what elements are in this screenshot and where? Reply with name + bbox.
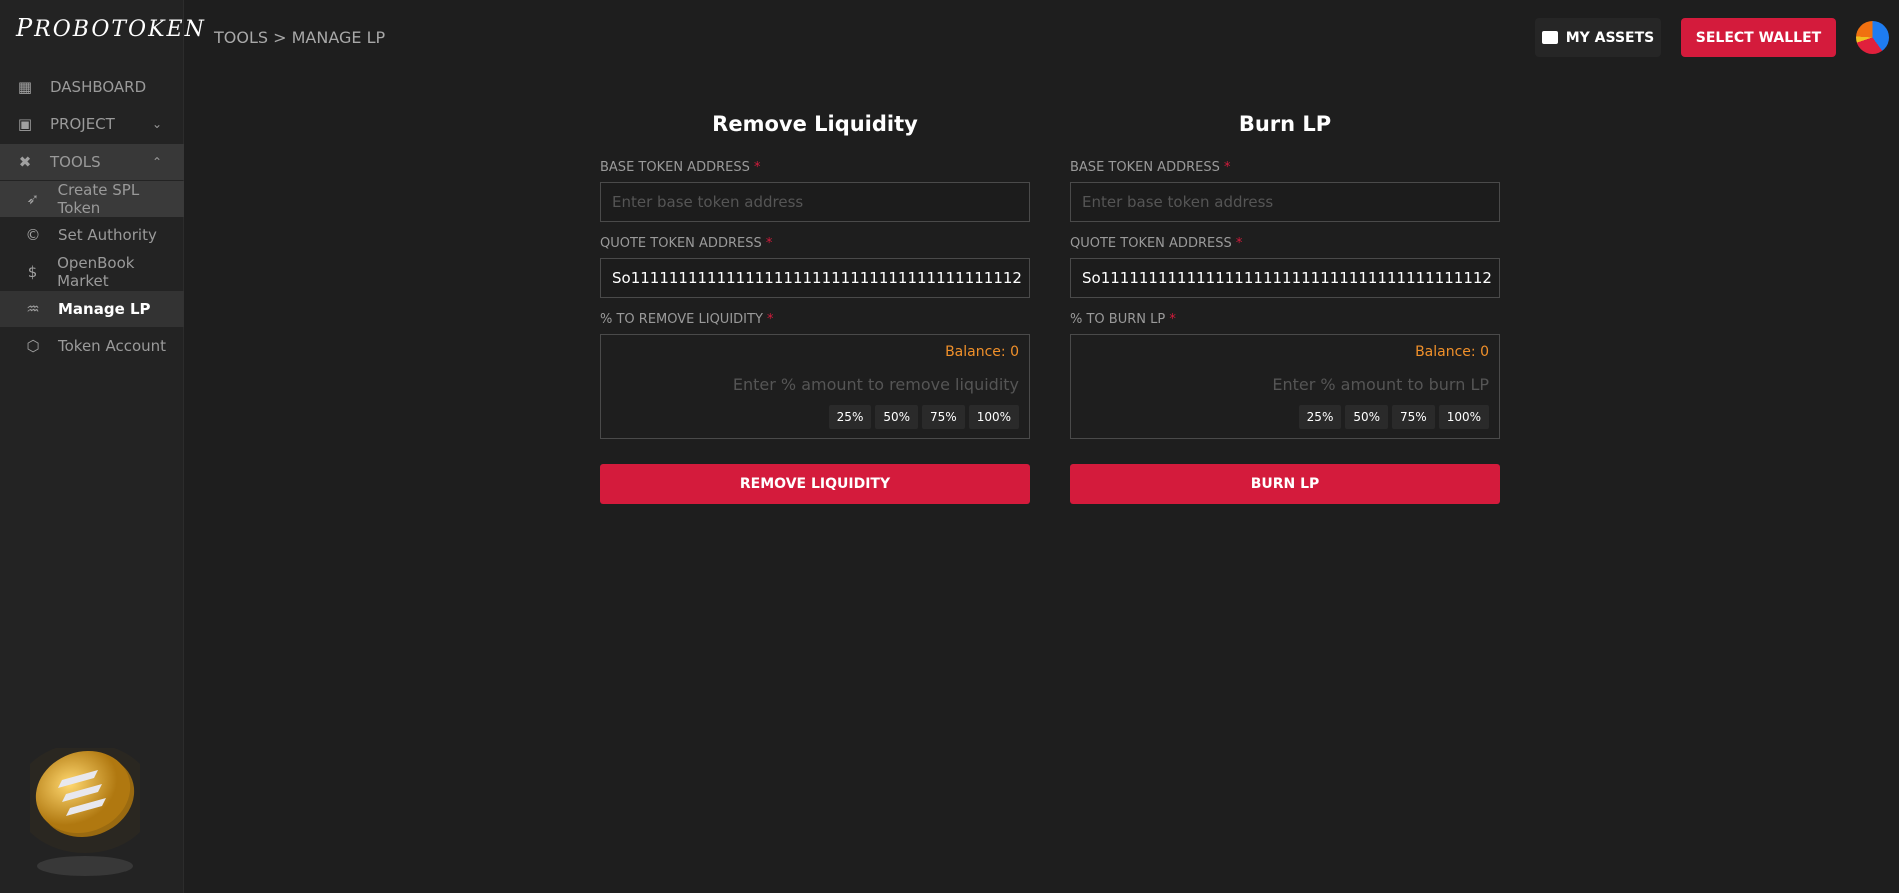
percent-input[interactable]: Enter % amount to burn LP (1272, 375, 1489, 394)
preset-25-button[interactable]: 25% (1298, 405, 1342, 429)
solana-coin-image (30, 748, 140, 876)
base-token-label: BASE TOKEN ADDRESS * (600, 160, 761, 175)
sidebar-item-create-spl-token[interactable]: ➶ Create SPL Token (0, 181, 184, 217)
select-wallet-button[interactable]: SELECT WALLET (1681, 18, 1836, 57)
sidebar-item-manage-lp[interactable]: ♒ Manage LP (0, 291, 184, 327)
form-title: Remove Liquidity (712, 112, 918, 136)
breadcrumb: TOOLS > MANAGE LP (214, 28, 386, 47)
quote-token-label: QUOTE TOKEN ADDRESS * (600, 236, 773, 251)
base-token-input[interactable]: Enter base token address (600, 182, 1030, 222)
sidebar-item-label: Set Authority (58, 226, 157, 244)
sidebar-item-label: Token Account (58, 337, 167, 355)
burn-lp-button[interactable]: BURN LP (1070, 464, 1500, 504)
sidebar-item-label: PROJECT (50, 115, 115, 133)
percent-input[interactable]: Enter % amount to remove liquidity (733, 375, 1019, 394)
sidebar-item-label: TOOLS (50, 153, 101, 171)
avatar[interactable] (1856, 21, 1889, 54)
preset-50-button[interactable]: 50% (875, 405, 919, 429)
sidebar-item-tools[interactable]: ✖ TOOLS ⌃ (0, 144, 184, 180)
rocket-icon: ➶ (26, 190, 40, 208)
sidebar: PROBOTOKEN ▦ DASHBOARD ▣ PROJECT ⌄ ✖ TOOLS ⌃ … (0, 0, 204, 893)
percent-label: % TO BURN LP * (1070, 312, 1176, 327)
burn-lp-form: Burn LP BASE TOKEN ADDRESS * Enter base … (1070, 112, 1500, 504)
balance-text: Balance: 0 (945, 344, 1019, 360)
percent-label: % TO REMOVE LIQUIDITY * (600, 312, 774, 327)
remove-liquidity-button[interactable]: REMOVE LIQUIDITY (600, 464, 1030, 504)
cube-icon: ⬡ (26, 337, 40, 355)
percent-box: Balance: 0 Enter % amount to remove liqu… (600, 334, 1030, 439)
chevron-up-icon: ⌃ (151, 155, 162, 169)
sidebar-item-label: OpenBook Market (57, 254, 135, 290)
preset-25-button[interactable]: 25% (828, 405, 872, 429)
copyright-icon: © (25, 226, 41, 244)
my-assets-button[interactable]: MY ASSETS (1535, 18, 1661, 57)
tools-icon: ✖ (18, 153, 32, 171)
sidebar-item-label: Create SPL Token (57, 181, 140, 217)
remove-liquidity-form: Remove Liquidity BASE TOKEN ADDRESS * En… (600, 112, 1030, 504)
sidebar-item-label: Manage LP (58, 300, 151, 318)
sidebar-item-label: DASHBOARD (50, 78, 147, 96)
base-token-label: BASE TOKEN ADDRESS * (1070, 160, 1231, 175)
form-title: Burn LP (1238, 112, 1332, 136)
percent-box: Balance: 0 Enter % amount to burn LP 25%… (1070, 334, 1500, 439)
base-token-input[interactable]: Enter base token address (1070, 182, 1500, 222)
market-icon: $ (27, 263, 38, 281)
quote-token-input[interactable]: So11111111111111111111111111111111111111… (1070, 258, 1500, 298)
sidebar-item-dashboard[interactable]: ▦ DASHBOARD (0, 69, 184, 105)
sidebar-item-set-authority[interactable]: © Set Authority (0, 217, 184, 253)
preset-75-button[interactable]: 75% (922, 405, 965, 429)
quote-token-input[interactable]: So11111111111111111111111111111111111111… (600, 258, 1030, 298)
project-icon: ▣ (17, 115, 33, 133)
balance-text: Balance: 0 (1415, 344, 1489, 360)
sidebar-item-token-account[interactable]: ⬡ Token Account (0, 328, 184, 364)
sidebar-item-project[interactable]: ▣ PROJECT ⌄ (0, 106, 184, 142)
chevron-down-icon: ⌄ (151, 117, 162, 131)
sidebar-item-openbook-market[interactable]: $ OpenBook Market (0, 254, 184, 290)
preset-75-button[interactable]: 75% (1392, 405, 1435, 429)
preset-100-button[interactable]: 100% (1438, 405, 1489, 429)
pool-icon: ♒ (26, 300, 40, 318)
logo[interactable]: PROBOTOKEN (16, 14, 206, 42)
wallet-icon (1541, 31, 1558, 44)
dashboard-icon: ▦ (17, 78, 33, 96)
quote-token-label: QUOTE TOKEN ADDRESS * (1070, 236, 1243, 251)
my-assets-label: MY ASSETS (1565, 29, 1655, 46)
preset-50-button[interactable]: 50% (1345, 405, 1389, 429)
preset-100-button[interactable]: 100% (968, 405, 1019, 429)
